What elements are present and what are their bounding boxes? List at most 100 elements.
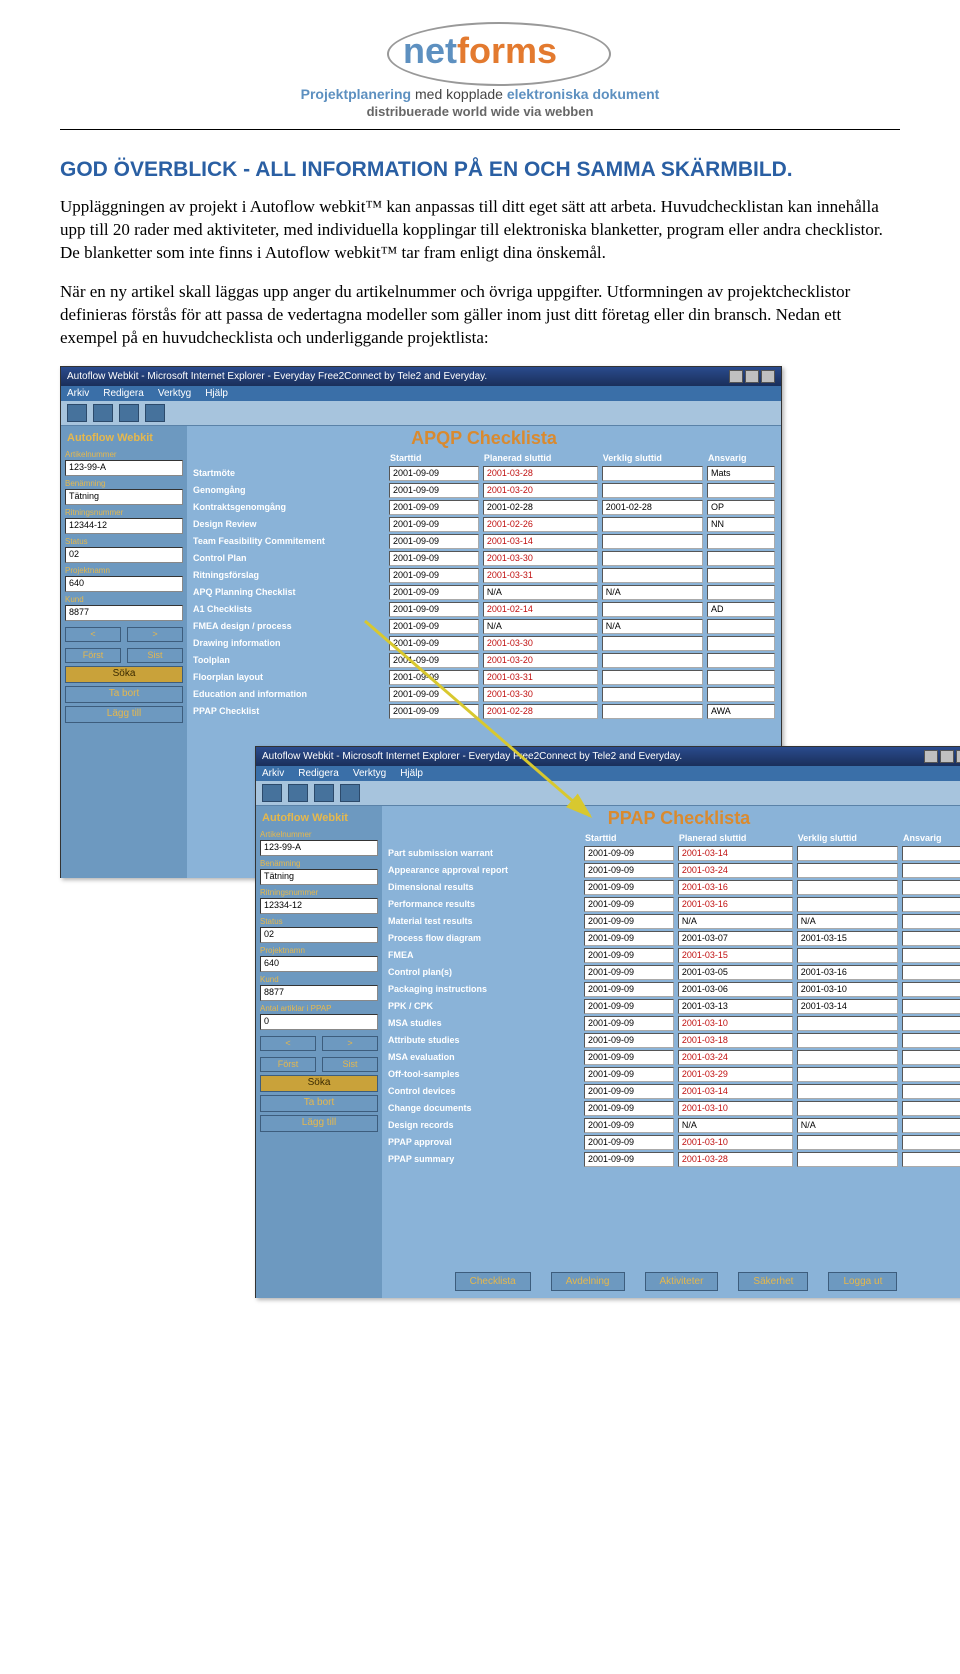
date-cell[interactable]: [797, 948, 898, 963]
date-cell[interactable]: 2001-09-09: [584, 1050, 674, 1065]
date-cell[interactable]: [902, 1016, 960, 1031]
date-cell[interactable]: N/A: [797, 1118, 898, 1133]
activity-cell[interactable]: Control Plan: [191, 550, 387, 567]
date-cell[interactable]: [797, 880, 898, 895]
activity-cell[interactable]: Genomgång: [191, 482, 387, 499]
date-cell[interactable]: 2001-09-09: [584, 965, 674, 980]
nav-button[interactable]: >: [322, 1036, 378, 1051]
date-cell[interactable]: [602, 602, 703, 617]
side-button[interactable]: Ta bort: [260, 1095, 378, 1112]
date-cell[interactable]: 2001-09-09: [584, 948, 674, 963]
activity-cell[interactable]: PPAP Checklist: [191, 703, 387, 720]
date-cell[interactable]: 2001-03-07: [678, 931, 793, 946]
field-input[interactable]: Tätning: [260, 869, 378, 885]
activity-cell[interactable]: Education and information: [191, 686, 387, 703]
tool-icon[interactable]: [288, 784, 308, 802]
date-cell[interactable]: 2001-09-09: [389, 687, 479, 702]
activity-cell[interactable]: Toolplan: [191, 652, 387, 669]
field-input[interactable]: 02: [65, 547, 183, 563]
date-cell[interactable]: N/A: [483, 585, 598, 600]
max-icon[interactable]: [745, 370, 759, 383]
field-input[interactable]: 640: [260, 956, 378, 972]
menu-item[interactable]: Arkiv: [262, 768, 284, 779]
date-cell[interactable]: 2001-09-09: [389, 500, 479, 515]
tool-icon[interactable]: [93, 404, 113, 422]
date-cell[interactable]: 2001-09-09: [389, 483, 479, 498]
activity-cell[interactable]: FMEA: [386, 947, 582, 964]
date-cell[interactable]: N/A: [483, 619, 598, 634]
date-cell[interactable]: 2001-09-09: [584, 931, 674, 946]
date-cell[interactable]: 2001-09-09: [389, 619, 479, 634]
footer-button[interactable]: Aktiviteter: [645, 1272, 719, 1291]
activity-cell[interactable]: Team Feasibility Commitement: [191, 533, 387, 550]
date-cell[interactable]: [707, 568, 775, 583]
date-cell[interactable]: 2001-09-09: [584, 880, 674, 895]
activity-cell[interactable]: Design records: [386, 1117, 582, 1134]
date-cell[interactable]: 2001-03-16: [678, 880, 793, 895]
date-cell[interactable]: [707, 483, 775, 498]
footer-button[interactable]: Säkerhet: [738, 1272, 808, 1291]
date-cell[interactable]: [902, 1033, 960, 1048]
side-button[interactable]: Ta bort: [65, 686, 183, 703]
date-cell[interactable]: 2001-02-14: [483, 602, 598, 617]
date-cell[interactable]: [602, 653, 703, 668]
date-cell[interactable]: [707, 619, 775, 634]
date-cell[interactable]: 2001-09-09: [584, 999, 674, 1014]
side-button[interactable]: Lägg till: [65, 706, 183, 723]
date-cell[interactable]: 2001-09-09: [389, 551, 479, 566]
date-cell[interactable]: [707, 687, 775, 702]
date-cell[interactable]: 2001-03-14: [678, 846, 793, 861]
date-cell[interactable]: 2001-03-24: [678, 863, 793, 878]
activity-cell[interactable]: MSA studies: [386, 1015, 582, 1032]
date-cell[interactable]: [602, 534, 703, 549]
date-cell[interactable]: [902, 948, 960, 963]
activity-cell[interactable]: Process flow diagram: [386, 930, 582, 947]
field-input[interactable]: 8877: [65, 605, 183, 621]
date-cell[interactable]: [707, 670, 775, 685]
date-cell[interactable]: 2001-03-14: [678, 1084, 793, 1099]
date-cell[interactable]: [797, 1084, 898, 1099]
close-icon[interactable]: [761, 370, 775, 383]
activity-cell[interactable]: APQ Planning Checklist: [191, 584, 387, 601]
date-cell[interactable]: 2001-09-09: [389, 517, 479, 532]
date-cell[interactable]: [902, 965, 960, 980]
field-input[interactable]: 123-99-A: [260, 840, 378, 856]
date-cell[interactable]: 2001-03-15: [678, 948, 793, 963]
date-cell[interactable]: [797, 897, 898, 912]
activity-cell[interactable]: Drawing information: [191, 635, 387, 652]
date-cell[interactable]: 2001-09-09: [389, 534, 479, 549]
date-cell[interactable]: N/A: [602, 619, 703, 634]
date-cell[interactable]: 2001-02-28: [483, 500, 598, 515]
date-cell[interactable]: 2001-03-06: [678, 982, 793, 997]
date-cell[interactable]: [902, 999, 960, 1014]
tool-icon[interactable]: [340, 784, 360, 802]
date-cell[interactable]: [902, 1135, 960, 1150]
date-cell[interactable]: 2001-09-09: [584, 1067, 674, 1082]
date-cell[interactable]: [602, 568, 703, 583]
date-cell[interactable]: 2001-03-18: [678, 1033, 793, 1048]
date-cell[interactable]: 2001-03-29: [678, 1067, 793, 1082]
date-cell[interactable]: [797, 1067, 898, 1082]
date-cell[interactable]: 2001-09-09: [584, 1016, 674, 1031]
date-cell[interactable]: [707, 636, 775, 651]
date-cell[interactable]: 2001-03-31: [483, 670, 598, 685]
activity-cell[interactable]: PPAP summary: [386, 1151, 582, 1168]
footer-button[interactable]: Checklista: [455, 1272, 531, 1291]
date-cell[interactable]: [602, 670, 703, 685]
date-cell[interactable]: [602, 466, 703, 481]
menu-item[interactable]: Hjälp: [400, 768, 423, 779]
date-cell[interactable]: 2001-02-26: [483, 517, 598, 532]
date-cell[interactable]: [902, 914, 960, 929]
tool-icon[interactable]: [145, 404, 165, 422]
date-cell[interactable]: 2001-03-20: [483, 483, 598, 498]
date-cell[interactable]: [902, 897, 960, 912]
activity-cell[interactable]: A1 Checklists: [191, 601, 387, 618]
nav-button[interactable]: <: [65, 627, 121, 642]
date-cell[interactable]: [902, 1067, 960, 1082]
date-cell[interactable]: 2001-09-09: [389, 670, 479, 685]
nav-button[interactable]: Först: [65, 648, 121, 663]
field-input[interactable]: 12344-12: [65, 518, 183, 534]
activity-cell[interactable]: Material test results: [386, 913, 582, 930]
date-cell[interactable]: 2001-09-09: [584, 846, 674, 861]
date-cell[interactable]: [797, 1033, 898, 1048]
